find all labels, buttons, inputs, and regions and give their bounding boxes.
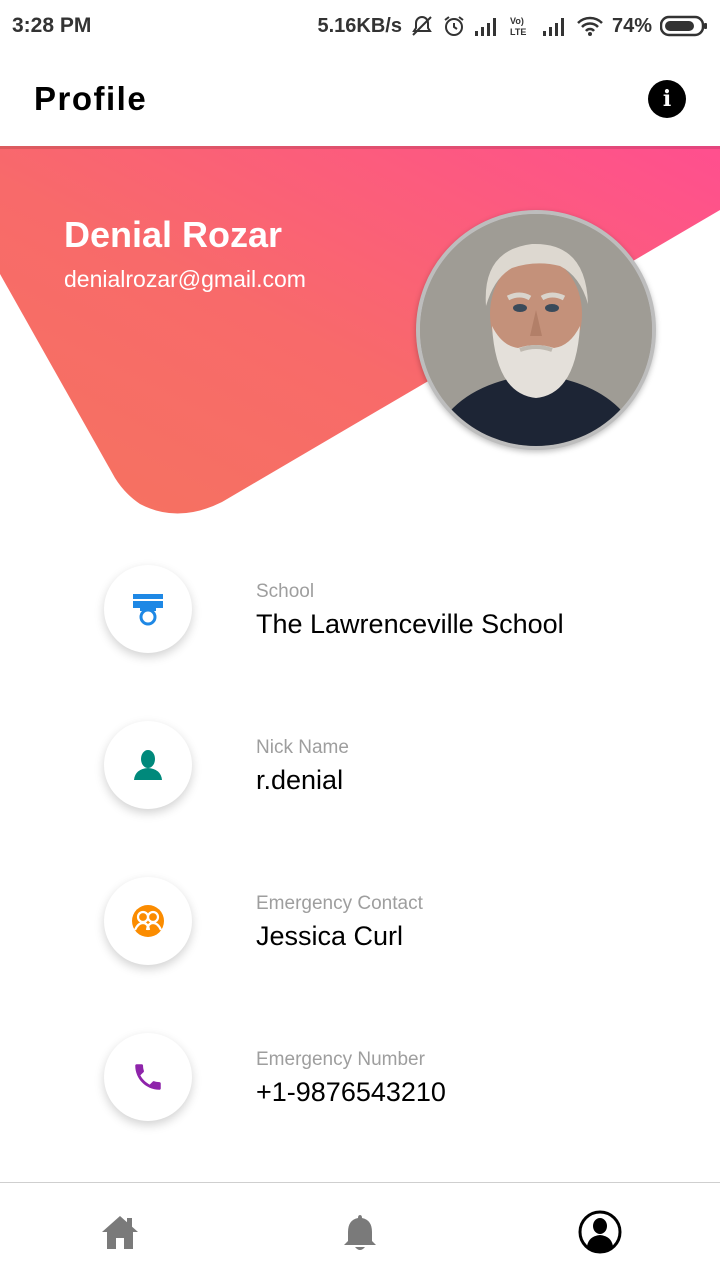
nav-home[interactable] [0, 1183, 240, 1280]
bell-icon [344, 1214, 376, 1250]
volte-icon: Vo) LTE [508, 14, 534, 38]
app-bar: Profile i [0, 52, 720, 146]
person-icon [134, 750, 162, 780]
page-title: Profile [34, 80, 148, 117]
svg-text:Vo): Vo) [510, 16, 524, 26]
emergency-number-value: +1-9876543210 [256, 1077, 446, 1107]
school-icon-button[interactable] [104, 565, 192, 653]
emergency-contact-icon-button[interactable] [104, 877, 192, 965]
account-icon [578, 1210, 622, 1253]
emergency-number-icon-button[interactable] [104, 1033, 192, 1121]
school-value: The Lawrenceville School [256, 609, 564, 639]
status-bar: 3:28 PM 5.16KB/s Vo) LTE 74% [0, 0, 720, 52]
info-row-nickname: Nick Name r.denial [0, 721, 720, 821]
school-label: School [256, 581, 315, 602]
phone-icon [135, 1064, 161, 1090]
info-icon: i [662, 86, 672, 112]
avatar-portrait [420, 214, 652, 446]
wifi-icon [576, 15, 604, 37]
info-row-emergency-number: Emergency Number +1-9876543210 [0, 1033, 720, 1133]
info-button[interactable]: i [648, 80, 686, 118]
nav-notifications[interactable] [240, 1183, 480, 1280]
status-icons: 5.16KB/s Vo) LTE 74% [317, 14, 708, 38]
emergency-number-label: Emergency Number [256, 1049, 425, 1070]
info-row-emergency-contact: Emergency Contact Jessica Curl [0, 877, 720, 977]
svg-text:LTE: LTE [510, 27, 526, 37]
network-speed: 5.16KB/s [317, 14, 402, 37]
group-icon [132, 905, 164, 937]
nickname-icon-button[interactable] [104, 721, 192, 809]
avatar[interactable] [416, 210, 656, 450]
header-divider [0, 146, 720, 149]
battery-icon [660, 14, 708, 38]
nav-account[interactable] [480, 1183, 720, 1280]
info-row-school: School The Lawrenceville School [0, 565, 720, 665]
emergency-contact-value: Jessica Curl [256, 921, 404, 951]
school-icon [133, 594, 163, 626]
user-email: denialrozar@gmail.com [64, 266, 306, 292]
bottom-nav [0, 1182, 720, 1280]
alarm-icon [442, 14, 466, 38]
mute-icon [410, 14, 434, 38]
home-icon [102, 1215, 138, 1249]
user-name: Denial Rozar [64, 214, 283, 255]
signal-icon [542, 16, 568, 36]
nickname-value: r.denial [256, 765, 344, 795]
emergency-contact-label: Emergency Contact [256, 893, 423, 914]
status-time: 3:28 PM [12, 14, 92, 37]
signal-icon [474, 16, 500, 36]
battery-percent: 74% [611, 14, 652, 37]
nickname-label: Nick Name [256, 737, 349, 758]
